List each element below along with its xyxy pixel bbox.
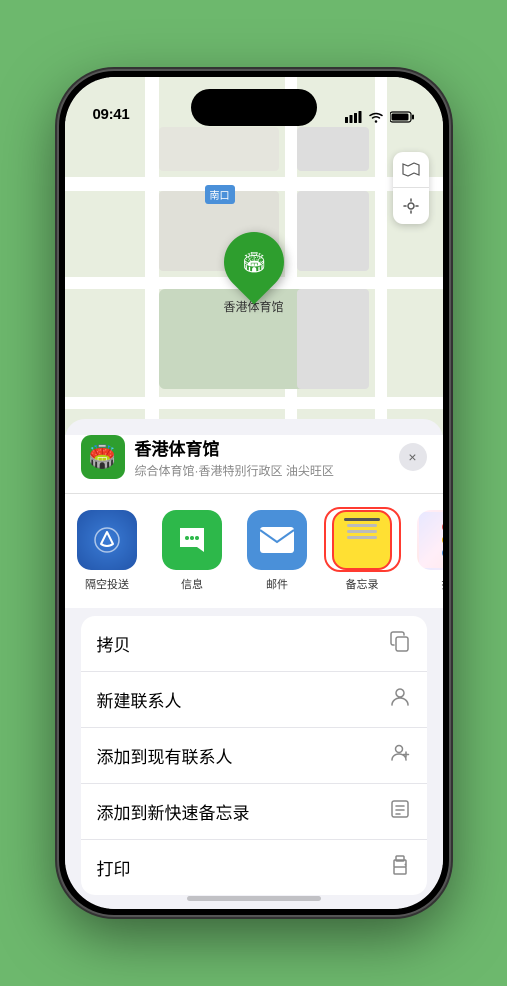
venue-subtitle: 综合体育馆·香港特别行政区 油尖旺区 xyxy=(135,462,399,479)
map-type-button[interactable] xyxy=(393,152,429,188)
note-line-3 xyxy=(347,530,377,533)
more-dot-yellow xyxy=(442,535,443,545)
note-line-2 xyxy=(347,524,377,527)
status-time: 09:41 xyxy=(93,106,130,123)
map-controls xyxy=(393,152,429,224)
status-icons xyxy=(345,111,415,123)
location-button[interactable] xyxy=(393,188,429,224)
copy-icon xyxy=(389,630,411,657)
action-copy[interactable]: 拷贝 xyxy=(81,616,427,672)
note-line-1 xyxy=(344,518,380,521)
venue-icon: 🏟️ xyxy=(81,435,125,479)
bottom-sheet: 🏟️ 香港体育馆 综合体育馆·香港特别行政区 油尖旺区 × 隔空投送 xyxy=(65,419,443,909)
share-app-notes[interactable]: 备忘录 xyxy=(320,510,405,592)
venue-name: 香港体育馆 xyxy=(135,435,399,460)
share-apps-row: 隔空投送 信息 邮件 xyxy=(65,494,443,608)
share-app-mail[interactable]: 邮件 xyxy=(235,510,320,592)
share-app-more[interactable]: 推 xyxy=(405,510,443,592)
action-print-label: 打印 xyxy=(97,855,131,880)
wifi-icon xyxy=(368,111,384,123)
action-quick-note-label: 添加到新快速备忘录 xyxy=(97,799,250,824)
action-copy-label: 拷贝 xyxy=(97,631,131,656)
messages-icon xyxy=(162,510,222,570)
share-app-messages[interactable]: 信息 xyxy=(150,510,235,592)
action-add-existing[interactable]: 添加到现有联系人 xyxy=(81,728,427,784)
phone-screen: 09:41 xyxy=(65,77,443,909)
printer-icon xyxy=(389,854,411,881)
messages-label: 信息 xyxy=(181,576,203,592)
notes-label: 备忘录 xyxy=(346,576,379,592)
close-button[interactable]: × xyxy=(399,443,427,471)
airdrop-label: 隔空投送 xyxy=(85,576,129,592)
action-new-contact[interactable]: 新建联系人 xyxy=(81,672,427,728)
venue-header: 🏟️ 香港体育馆 综合体育馆·香港特别行政区 油尖旺区 × xyxy=(65,435,443,494)
map-station-label: 南口 xyxy=(205,185,235,204)
notes-icon xyxy=(332,510,392,570)
action-print[interactable]: 打印 xyxy=(81,840,427,895)
battery-icon xyxy=(390,111,415,123)
pin-circle: 🏟 xyxy=(211,220,296,305)
action-add-existing-label: 添加到现有联系人 xyxy=(97,743,233,768)
notes2-icon xyxy=(389,798,411,825)
signal-icon xyxy=(345,111,362,123)
action-new-contact-label: 新建联系人 xyxy=(97,687,182,712)
note-line-4 xyxy=(347,536,377,539)
venue-info: 香港体育馆 综合体育馆·香港特别行政区 油尖旺区 xyxy=(135,435,399,479)
person-add-icon xyxy=(389,742,411,769)
pin-icon: 🏟 xyxy=(241,250,266,275)
share-app-airdrop[interactable]: 隔空投送 xyxy=(65,510,150,592)
home-indicator xyxy=(187,896,321,901)
venue-icon-emoji: 🏟️ xyxy=(89,444,116,470)
location-pin: 🏟 香港体育馆 xyxy=(223,232,283,315)
person-icon xyxy=(389,686,411,713)
mail-label: 邮件 xyxy=(266,576,288,592)
airdrop-icon xyxy=(77,510,137,570)
phone-frame: 09:41 xyxy=(59,71,449,915)
more-dot-red xyxy=(442,522,443,532)
action-list: 拷贝 新建联系人 添加到现有联系人 xyxy=(81,616,427,895)
mail-icon xyxy=(247,510,307,570)
more-label: 推 xyxy=(442,576,443,592)
more-icon xyxy=(417,510,443,570)
more-dot-blue xyxy=(442,548,443,558)
action-quick-note[interactable]: 添加到新快速备忘录 xyxy=(81,784,427,840)
dynamic-island xyxy=(191,89,317,126)
